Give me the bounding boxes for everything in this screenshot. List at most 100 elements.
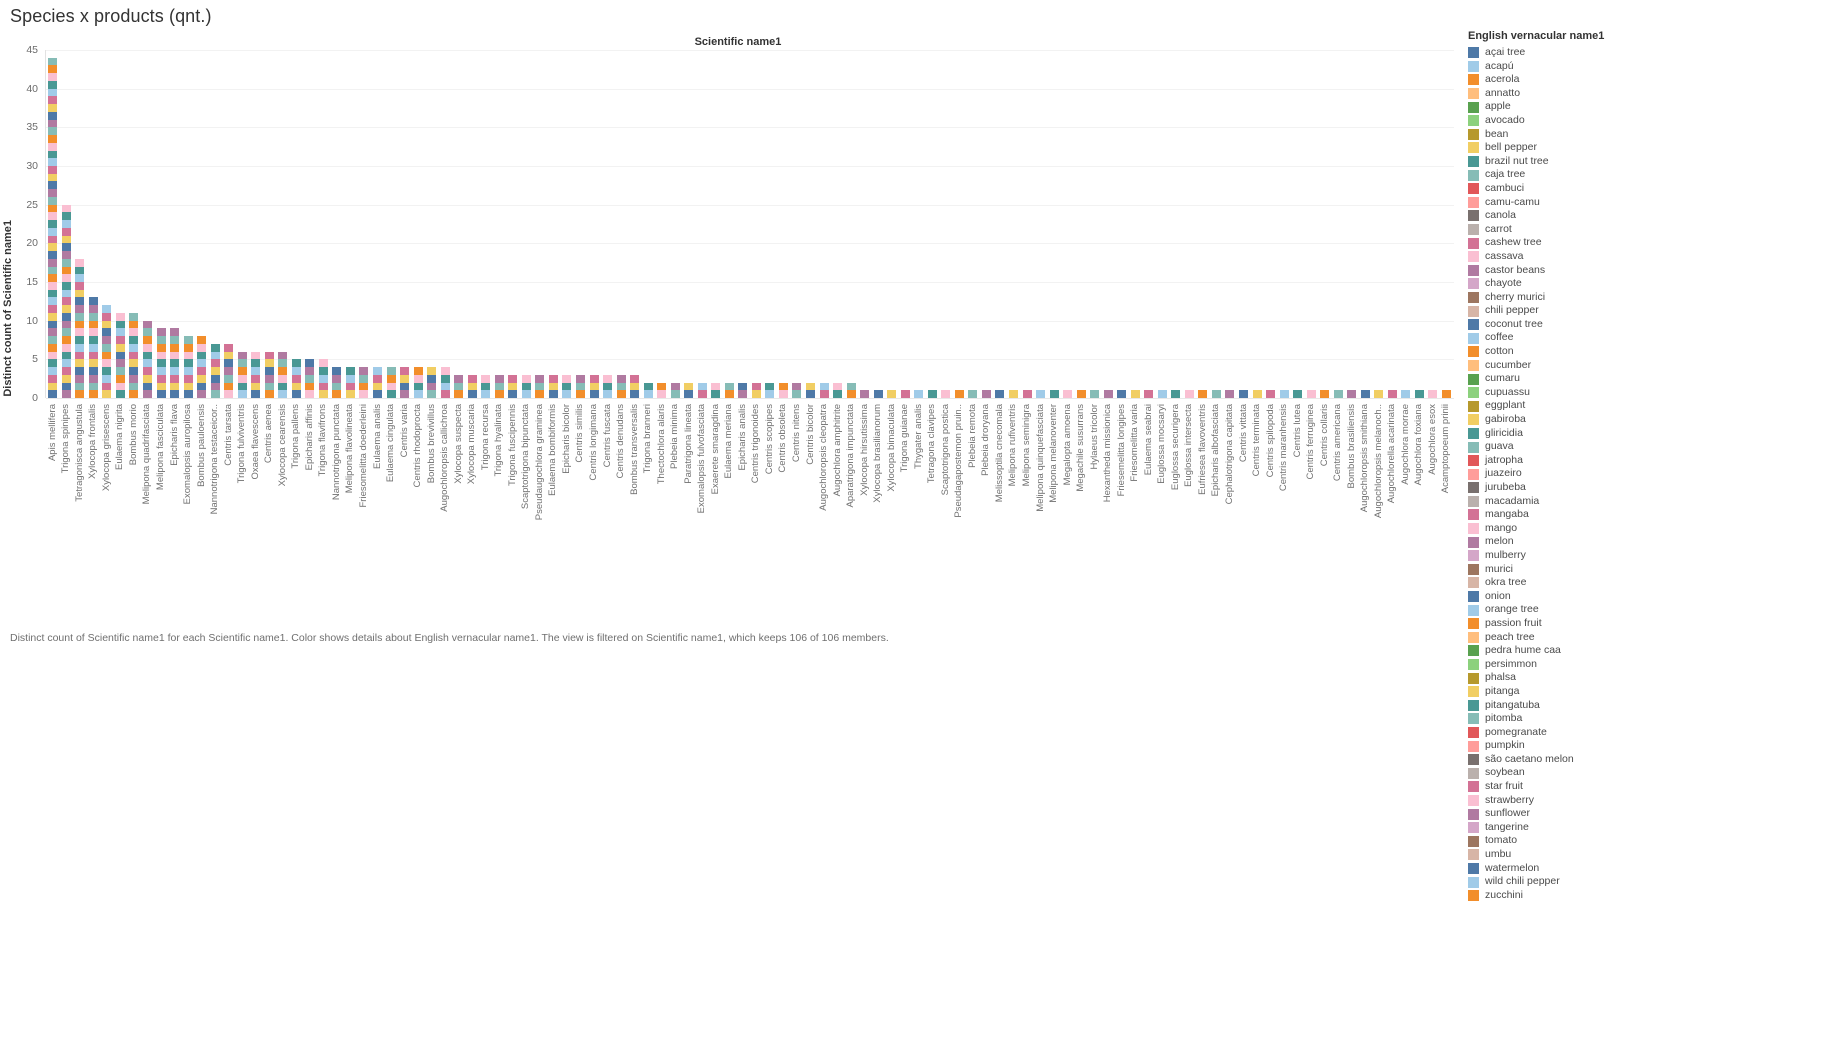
bar-segment[interactable] xyxy=(454,382,464,391)
bar-segment[interactable] xyxy=(48,119,58,128)
bar-column[interactable] xyxy=(290,50,304,398)
bar-column[interactable] xyxy=(1318,50,1332,398)
bar-segment[interactable] xyxy=(981,390,991,398)
bar-segment[interactable] xyxy=(224,359,234,368)
bar-segment[interactable] xyxy=(806,390,816,398)
bar-segment[interactable] xyxy=(373,390,383,398)
stacked-bar[interactable] xyxy=(860,390,870,398)
x-axis-label[interactable]: Thygater analis xyxy=(913,404,924,469)
x-axis-label[interactable]: Epicharis albofasciata xyxy=(1210,404,1221,496)
bar-segment[interactable] xyxy=(603,390,613,398)
x-axis-label[interactable]: Trigona fulviventris xyxy=(236,404,247,483)
x-axis-label[interactable]: Eulaema meriana xyxy=(723,404,734,478)
x-axis-label[interactable]: Melipona quinquefasciata xyxy=(1035,404,1046,512)
bar-segment[interactable] xyxy=(170,367,180,375)
bar-segment[interactable] xyxy=(1049,390,1059,398)
bar-column[interactable] xyxy=(235,50,249,398)
bar-segment[interactable] xyxy=(102,312,112,321)
bar-column[interactable] xyxy=(195,50,209,398)
bar-segment[interactable] xyxy=(359,374,369,383)
bar-segment[interactable] xyxy=(345,367,355,375)
stacked-bar[interactable] xyxy=(575,374,585,398)
stacked-bar[interactable] xyxy=(968,390,978,398)
x-axis-label[interactable]: Centris trigonoides xyxy=(750,404,761,483)
bar-column[interactable] xyxy=(668,50,682,398)
bar-segment[interactable] xyxy=(440,382,450,391)
bar-segment[interactable] xyxy=(995,390,1005,398)
x-axis-label[interactable]: Centris terminata xyxy=(1251,404,1262,476)
bar-column[interactable] xyxy=(1061,50,1075,398)
bar-segment[interactable] xyxy=(61,243,71,252)
bar-segment[interactable] xyxy=(61,343,71,352)
bar-segment[interactable] xyxy=(697,382,707,391)
bar-column[interactable] xyxy=(1304,50,1318,398)
bar-segment[interactable] xyxy=(61,235,71,244)
bar-column[interactable] xyxy=(980,50,994,398)
bar-segment[interactable] xyxy=(400,367,410,375)
bar-segment[interactable] xyxy=(48,382,58,391)
bar-segment[interactable] xyxy=(305,390,315,398)
legend-item[interactable]: cumaru xyxy=(1468,372,1828,386)
bar-column[interactable] xyxy=(1413,50,1427,398)
bar-segment[interactable] xyxy=(1130,390,1140,398)
x-axis-label[interactable]: Melipona quadrifasciata xyxy=(141,404,152,504)
stacked-bar[interactable] xyxy=(75,258,85,398)
bar-column[interactable] xyxy=(939,50,953,398)
stacked-bar[interactable] xyxy=(454,374,464,398)
bar-column[interactable] xyxy=(560,50,574,398)
bar-segment[interactable] xyxy=(102,343,112,352)
stacked-bar[interactable] xyxy=(345,367,355,398)
bar-segment[interactable] xyxy=(427,390,437,398)
bar-segment[interactable] xyxy=(521,382,531,391)
x-axis-label[interactable]: Scaptotrigona postica xyxy=(940,404,951,495)
bar-column[interactable] xyxy=(208,50,222,398)
bar-segment[interactable] xyxy=(142,359,152,368)
bar-column[interactable] xyxy=(777,50,791,398)
bar-segment[interactable] xyxy=(291,382,301,391)
bar-segment[interactable] xyxy=(102,320,112,329)
bar-segment[interactable] xyxy=(954,390,964,398)
stacked-bar[interactable] xyxy=(1428,390,1438,398)
bar-segment[interactable] xyxy=(1239,390,1249,398)
stacked-bar[interactable] xyxy=(264,351,274,398)
x-axis-label[interactable]: Friesomelitta varia xyxy=(1129,404,1140,482)
stacked-bar[interactable] xyxy=(115,312,125,398)
bar-segment[interactable] xyxy=(48,181,58,190)
bar-segment[interactable] xyxy=(1333,390,1343,398)
bar-segment[interactable] xyxy=(1293,390,1303,398)
bar-segment[interactable] xyxy=(210,382,220,391)
stacked-bar[interactable] xyxy=(711,382,721,398)
bar-segment[interactable] xyxy=(197,336,207,344)
bar-segment[interactable] xyxy=(88,359,98,368)
legend-item[interactable]: orange tree xyxy=(1468,603,1828,617)
stacked-bar[interactable] xyxy=(589,374,599,398)
legend-item[interactable]: pumpkin xyxy=(1468,739,1828,753)
bar-segment[interactable] xyxy=(129,320,139,329)
bar-segment[interactable] xyxy=(846,390,856,398)
bar-segment[interactable] xyxy=(751,390,761,398)
stacked-bar[interactable] xyxy=(1063,390,1073,398)
bar-segment[interactable] xyxy=(156,336,166,344)
bar-column[interactable] xyxy=(696,50,710,398)
stacked-bar[interactable] xyxy=(251,351,261,398)
stacked-bar[interactable] xyxy=(197,336,207,398)
bar-segment[interactable] xyxy=(386,374,396,383)
bar-column[interactable] xyxy=(763,50,777,398)
stacked-bar[interactable] xyxy=(1266,390,1276,398)
bar-segment[interactable] xyxy=(616,390,626,398)
bar-segment[interactable] xyxy=(48,243,58,252)
bar-segment[interactable] xyxy=(684,390,694,398)
bar-segment[interactable] xyxy=(914,390,924,398)
bar-column[interactable] xyxy=(912,50,926,398)
x-axis-label[interactable]: Trigona hyalinata xyxy=(493,404,504,477)
x-axis-label[interactable]: Cephalotrigona capitata xyxy=(1224,404,1235,504)
bar-segment[interactable] xyxy=(264,351,274,360)
bar-segment[interactable] xyxy=(197,367,207,375)
x-axis-label[interactable]: Apis mellifera xyxy=(47,404,58,461)
bar-segment[interactable] xyxy=(183,374,193,383)
bar-segment[interactable] xyxy=(562,374,572,383)
bar-segment[interactable] xyxy=(48,127,58,136)
bar-segment[interactable] xyxy=(88,320,98,329)
bar-segment[interactable] xyxy=(562,390,572,398)
bar-segment[interactable] xyxy=(440,374,450,383)
